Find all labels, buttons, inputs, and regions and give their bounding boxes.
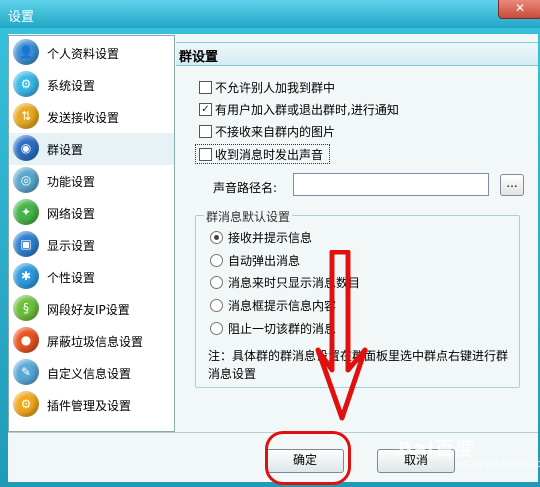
- sidebar-item-label: 发送接收设置: [47, 111, 120, 125]
- sidebar-item[interactable]: § 网段好友IP设置: [9, 293, 174, 325]
- icon-glyph: ✱: [20, 269, 32, 283]
- sound-path-label: 声音路径名:: [213, 181, 278, 195]
- panel-title: 群设置: [179, 50, 219, 65]
- icon-glyph: ●: [20, 333, 32, 347]
- sidebar-item[interactable]: ◉ 群设置: [9, 133, 174, 165]
- watermark-url: jingyan.baidu.com: [458, 457, 540, 470]
- sidebar-item[interactable]: ◎ 功能设置: [9, 165, 174, 197]
- option-label: 收到消息时发出声音: [215, 148, 324, 162]
- checkbox[interactable]: [199, 148, 212, 161]
- sidebar-item-label: 系统设置: [47, 79, 96, 93]
- icon-glyph: ⚙: [20, 77, 32, 91]
- settings-sidebar: 👤 个人资料设置 ⚙ 系统设置 ⇅ 发送接收设置 ◉ 群设置 ◎ 功能设置 ✦ 网络设置 ▣ 显示设置 ✱ 个…: [8, 35, 175, 432]
- close-button[interactable]: ✕: [498, 0, 540, 19]
- icon-glyph: §: [23, 301, 29, 315]
- sidebar-item-label: 功能设置: [47, 175, 96, 189]
- window-title: 设置: [8, 10, 35, 25]
- icon-glyph: ◉: [20, 141, 32, 155]
- display-icon: ▣: [13, 231, 39, 257]
- sound-path-input[interactable]: [293, 173, 489, 196]
- function-icon: ◎: [13, 167, 39, 193]
- checkbox[interactable]: ✓: [199, 103, 212, 116]
- option-label: 有用户加入群或退出群时,进行通知: [215, 103, 399, 117]
- groupbox-title: 群消息默认设置: [204, 208, 293, 225]
- sidebar-item[interactable]: ● 屏蔽垃圾信息设置: [9, 325, 174, 357]
- browse-button[interactable]: ...: [500, 174, 524, 196]
- network-icon: ✦: [13, 199, 39, 225]
- close-icon: ✕: [514, 1, 526, 15]
- panel-header: 群设置: [176, 42, 538, 66]
- watermark: Bai百度 jingyan.baidu.com: [388, 430, 540, 485]
- sidebar-item-label: 显示设置: [47, 239, 96, 253]
- title-bar[interactable]: 设置 ✕: [0, 0, 540, 28]
- option-label: 不接收来自群内的图片: [215, 125, 336, 139]
- icon-glyph: ⚙: [20, 397, 32, 411]
- sidebar-item[interactable]: ▣ 显示设置: [9, 229, 174, 261]
- annotation-circle: [265, 431, 351, 485]
- radio-button[interactable]: [210, 299, 223, 312]
- checkbox[interactable]: [199, 81, 212, 94]
- radio-button[interactable]: [210, 322, 223, 335]
- send-receive-icon: ⇅: [13, 103, 39, 129]
- sidebar-item-label: 插件管理及设置: [47, 399, 132, 413]
- radio-button[interactable]: [210, 231, 223, 244]
- icon-glyph: 👤: [18, 45, 34, 59]
- sidebar-item-label: 网段好友IP设置: [47, 303, 130, 317]
- plugin-icon: ⚙: [13, 391, 39, 417]
- system-icon: ⚙: [13, 71, 39, 97]
- settings-window: 设置 ✕ 👤 个人资料设置 ⚙ 系统设置 ⇅ 发送接收设置 ◉ 群设置 ◎ 功能设置 ✦ 网络设置 ▣ 显…: [0, 0, 540, 487]
- sidebar-item[interactable]: ⇅ 发送接收设置: [9, 101, 174, 133]
- icon-glyph: ✦: [20, 205, 32, 219]
- profile-icon: 👤: [13, 39, 39, 65]
- personalize-icon: ✱: [13, 263, 39, 289]
- sidebar-item-label: 个性设置: [47, 271, 96, 285]
- check-icon: ✓: [201, 104, 210, 115]
- icon-glyph: ✎: [20, 365, 32, 379]
- custom-info-icon: ✎: [13, 359, 39, 385]
- sidebar-item-label: 屏蔽垃圾信息设置: [47, 335, 144, 349]
- radio-button[interactable]: [210, 276, 223, 289]
- radio-label: 自动弹出消息: [228, 254, 301, 268]
- sidebar-item[interactable]: ⚙ 系统设置: [9, 69, 174, 101]
- icon-glyph: ▣: [20, 237, 32, 251]
- annotation-arrow: [315, 250, 368, 421]
- sidebar-item[interactable]: 👤 个人资料设置: [9, 37, 174, 69]
- sidebar-item-label: 网络设置: [47, 207, 96, 221]
- icon-glyph: ⇅: [20, 109, 32, 123]
- option-label: 不允许别人加我到群中: [215, 81, 336, 95]
- sidebar-item-label: 自定义信息设置: [47, 367, 132, 381]
- sidebar-item[interactable]: ✎ 自定义信息设置: [9, 357, 174, 389]
- block-spam-icon: ●: [13, 327, 39, 353]
- sidebar-item-label: 个人资料设置: [47, 47, 120, 61]
- ip-icon: §: [13, 295, 39, 321]
- radio-label: 接收并提示信息: [228, 231, 313, 245]
- sidebar-item[interactable]: ✦ 网络设置: [9, 197, 174, 229]
- sidebar-item-label: 群设置: [47, 143, 84, 157]
- group-icon: ◉: [13, 135, 39, 161]
- icon-glyph: ◎: [20, 173, 32, 187]
- sidebar-item[interactable]: ⚙ 插件管理及设置: [9, 389, 174, 421]
- sidebar-item[interactable]: ✱ 个性设置: [9, 261, 174, 293]
- checkbox[interactable]: [199, 125, 212, 138]
- radio-button[interactable]: [210, 254, 223, 267]
